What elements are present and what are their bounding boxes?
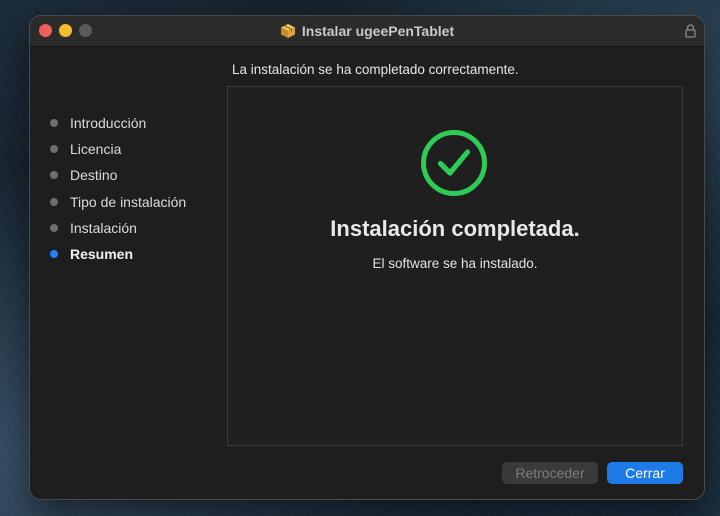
summary-content-panel: Instalación completada. El software se h… — [227, 86, 683, 446]
step-label: Destino — [70, 167, 118, 184]
completion-title: Instalación completada. — [330, 216, 580, 241]
close-button[interactable]: Cerrar — [607, 462, 683, 484]
installer-steps-list: Introducción Licencia Destino Tipo de in… — [50, 110, 186, 267]
step-indicator-dot — [50, 145, 58, 154]
step-label: Licencia — [70, 141, 122, 158]
package-icon — [280, 24, 295, 38]
step-destino: Destino — [50, 162, 186, 188]
step-licencia: Licencia — [50, 136, 186, 162]
step-indicator-dot — [50, 171, 58, 180]
window-title: Instalar ugeePenTablet — [301, 23, 455, 39]
step-label: Tipo de instalación — [70, 193, 187, 210]
installer-window: Instalar ugeePenTablet La instalación se… — [30, 16, 704, 499]
step-label: Resumen — [70, 246, 134, 263]
completion-header-message: La instalación se ha completado correcta… — [232, 62, 519, 77]
lock-icon — [685, 24, 696, 38]
step-indicator-dot — [50, 197, 58, 206]
step-resumen: Resumen — [50, 241, 186, 267]
step-indicator-dot — [50, 223, 58, 232]
back-button[interactable]: Retroceder — [502, 462, 598, 484]
step-indicator-dot — [50, 119, 58, 128]
step-label: Instalación — [70, 219, 137, 236]
checkmark-circle-icon — [421, 130, 487, 196]
completion-subtitle: El software se ha instalado. — [372, 256, 538, 271]
step-introduccion: Introducción — [50, 110, 186, 136]
step-instalacion: Instalación — [50, 215, 186, 241]
title-bar[interactable]: Instalar ugeePenTablet — [30, 16, 704, 47]
step-label: Introducción — [70, 115, 147, 132]
step-tipo-de-instalacion: Tipo de instalación — [50, 189, 186, 215]
step-indicator-dot-active — [50, 250, 58, 259]
